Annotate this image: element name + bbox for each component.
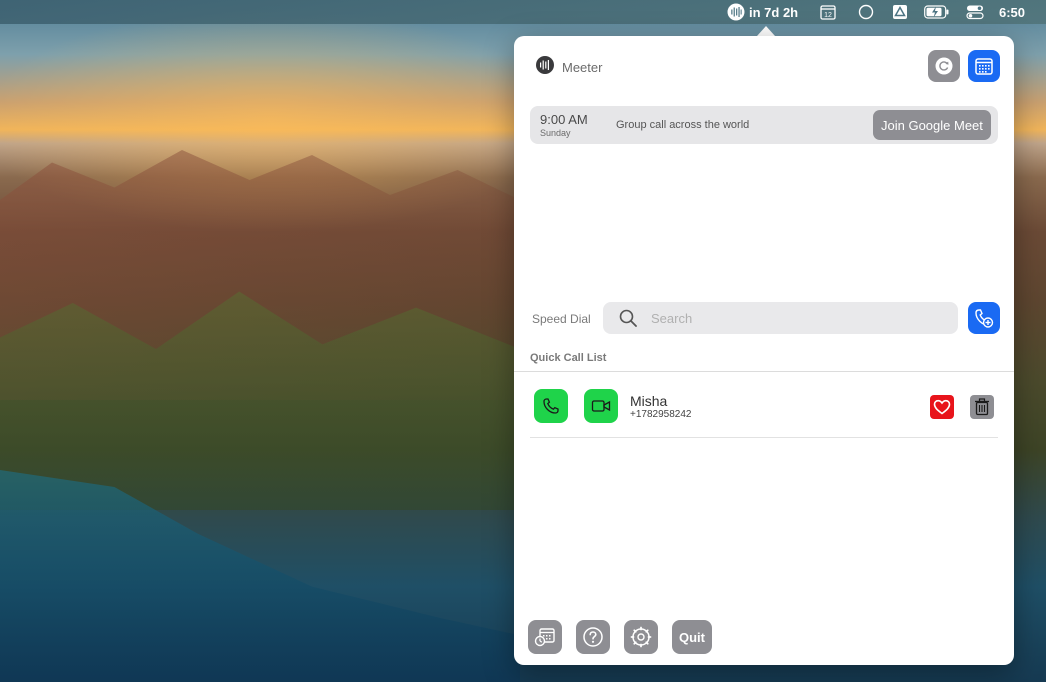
meeting-time: 9:00 AM	[540, 112, 588, 127]
calendar-menubar-item[interactable]: 12	[820, 0, 836, 24]
join-meeting-button[interactable]: Join Google Meet	[873, 110, 991, 140]
add-contact-icon	[975, 309, 994, 328]
schedule-icon	[534, 628, 555, 647]
battery-charging-icon	[924, 5, 949, 19]
search-field[interactable]	[603, 302, 958, 334]
video-icon	[591, 400, 611, 412]
control-center-menubar-item[interactable]	[966, 0, 984, 24]
add-contact-button[interactable]	[968, 302, 1000, 334]
trash-icon	[975, 398, 989, 416]
circle-icon	[858, 4, 874, 20]
refresh-icon	[935, 57, 953, 75]
drive-icon	[893, 5, 907, 19]
menubar-clock[interactable]: 6:50	[999, 0, 1025, 24]
help-icon	[583, 627, 603, 647]
heart-icon	[933, 399, 951, 415]
battery-menubar-item[interactable]	[924, 0, 950, 24]
quit-button[interactable]: Quit	[672, 620, 712, 654]
popover-arrow	[757, 26, 775, 36]
menu-bar: in 7d 2h 12 6:50	[0, 0, 1046, 24]
control-center-icon	[966, 5, 984, 20]
meeting-title: Group call across the world	[616, 119, 750, 131]
circle-menubar-item[interactable]	[858, 0, 874, 24]
open-calendar-button[interactable]	[968, 50, 1000, 82]
meeting-day: Sunday	[540, 128, 571, 138]
settings-icon	[630, 626, 652, 648]
voice-call-button[interactable]	[534, 389, 568, 423]
meeter-logo-icon	[536, 56, 554, 74]
search-icon	[619, 309, 637, 327]
favorite-button[interactable]	[930, 395, 954, 419]
speed-dial-label: Speed Dial	[532, 312, 591, 326]
contact-name: Misha	[630, 393, 668, 409]
video-call-button[interactable]	[584, 389, 618, 423]
quick-call-list-label: Quick Call List	[530, 352, 607, 364]
calendar-icon	[975, 58, 993, 75]
delete-contact-button[interactable]	[970, 395, 994, 419]
help-button[interactable]	[576, 620, 610, 654]
meeting-row[interactable]: 9:00 AM Sunday Group call across the wor…	[530, 106, 998, 144]
contact-phone: +1782958242	[630, 409, 692, 420]
schedule-settings-button[interactable]	[528, 620, 562, 654]
app-title: Meeter	[562, 60, 603, 75]
settings-button[interactable]	[624, 620, 658, 654]
drive-menubar-item[interactable]	[892, 0, 908, 24]
divider	[530, 437, 998, 438]
refresh-button[interactable]	[928, 50, 960, 82]
divider	[514, 371, 1014, 372]
calendar-icon: 12	[820, 5, 836, 20]
calendar-day: 12	[824, 12, 832, 19]
meeter-menubar-item[interactable]: in 7d 2h	[727, 0, 798, 24]
phone-icon	[543, 398, 559, 414]
waveform-icon	[727, 3, 745, 21]
search-input[interactable]	[651, 302, 941, 334]
next-meeting-countdown: in 7d 2h	[749, 4, 799, 20]
meeter-popover: Meeter 9:00 AM Sunday Group call across …	[514, 36, 1014, 665]
